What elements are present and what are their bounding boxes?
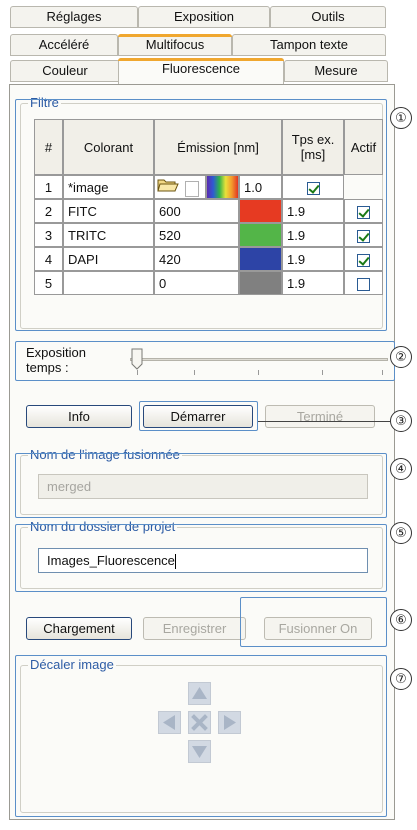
callout-4: ④ bbox=[390, 458, 412, 480]
callout-3: ③ bbox=[390, 410, 412, 432]
callout-box-2 bbox=[15, 341, 395, 381]
load-button[interactable]: Chargement bbox=[26, 617, 132, 640]
tab-label: Outils bbox=[311, 9, 345, 24]
callout-1: ① bbox=[390, 107, 412, 129]
tab-reglages[interactable]: Réglages bbox=[10, 6, 138, 28]
callout-box-3 bbox=[139, 401, 258, 431]
callout-box-4 bbox=[15, 453, 387, 518]
save-button[interactable]: Enregistrer bbox=[143, 617, 246, 640]
done-button[interactable]: Terminé bbox=[265, 405, 375, 428]
tab-label: Réglages bbox=[46, 9, 102, 24]
info-button[interactable]: Info bbox=[26, 405, 132, 428]
callout-box-5 bbox=[15, 524, 387, 592]
tab-exposition[interactable]: Exposition bbox=[138, 6, 270, 28]
tab-fluorescence[interactable]: Fluorescence bbox=[118, 58, 284, 84]
tab-couleur[interactable]: Couleur bbox=[10, 60, 120, 82]
callout-box-1 bbox=[15, 99, 387, 331]
callout-7: ⑦ bbox=[390, 668, 412, 690]
tab-label: Mesure bbox=[314, 63, 358, 78]
callout-box-7 bbox=[15, 655, 387, 817]
tab-mesure[interactable]: Mesure bbox=[284, 60, 388, 82]
tab-label: Tampon texte bbox=[269, 37, 349, 52]
callout-5: ⑤ bbox=[390, 522, 412, 544]
tab-accelere[interactable]: Accéléré bbox=[10, 34, 118, 56]
tab-tampon-texte[interactable]: Tampon texte bbox=[232, 34, 386, 56]
tab-label: Accéléré bbox=[38, 37, 90, 52]
callout-2: ② bbox=[390, 346, 412, 368]
tab-label: Exposition bbox=[174, 9, 234, 24]
callout-6: ⑥ bbox=[390, 609, 412, 631]
tab-multifocus[interactable]: Multifocus bbox=[118, 34, 232, 56]
tab-label: Fluorescence bbox=[161, 61, 241, 76]
tab-outils[interactable]: Outils bbox=[270, 6, 386, 28]
tab-label: Multifocus bbox=[145, 37, 205, 52]
callout-3-leader bbox=[258, 421, 390, 423]
callout-box-6 bbox=[240, 597, 387, 647]
tab-label: Couleur bbox=[42, 63, 88, 78]
